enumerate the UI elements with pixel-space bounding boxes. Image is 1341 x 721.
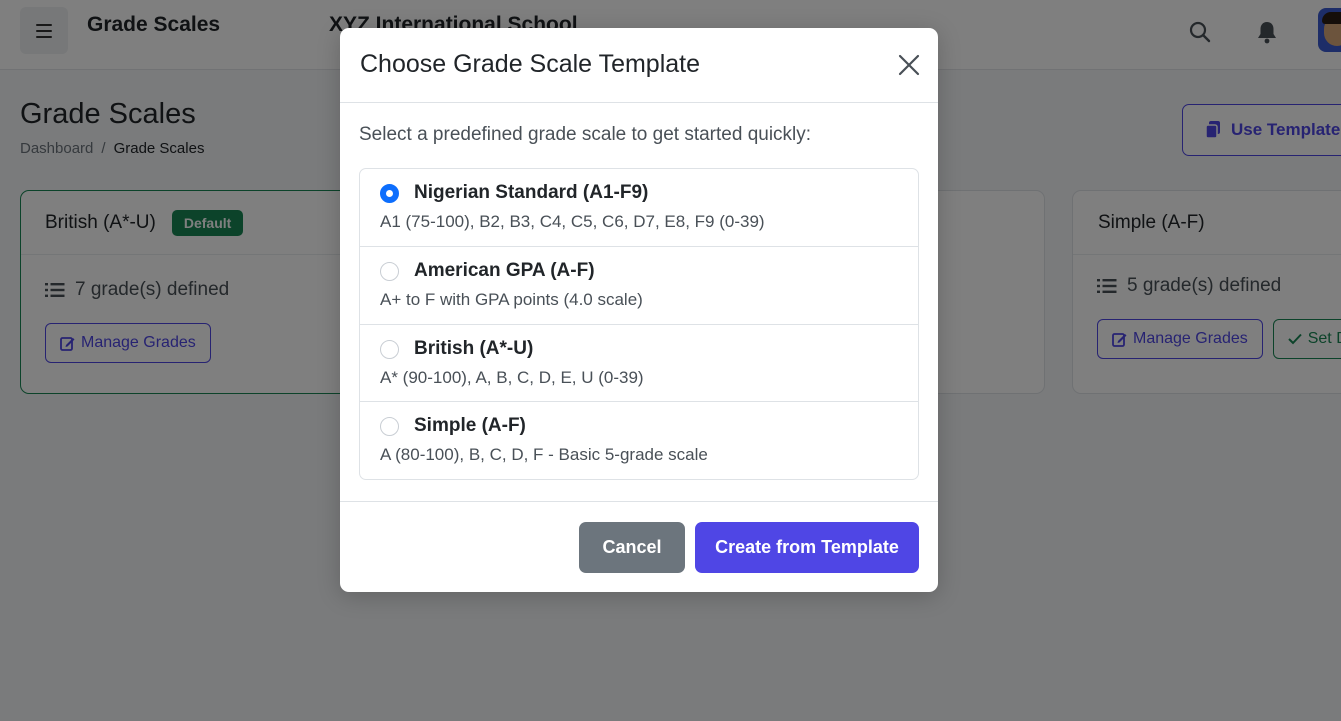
radio-button[interactable] xyxy=(380,183,399,203)
template-option-simple[interactable]: Simple (A-F) A (80-100), B, C, D, F - Ba… xyxy=(360,402,918,479)
radio-button[interactable] xyxy=(380,339,399,359)
cancel-button[interactable]: Cancel xyxy=(579,522,685,573)
option-header: Nigerian Standard (A1-F9) xyxy=(380,182,898,204)
modal-header: Choose Grade Scale Template xyxy=(340,28,938,103)
option-name: Nigerian Standard (A1-F9) xyxy=(414,182,649,203)
template-modal: Choose Grade Scale Template Select a pre… xyxy=(340,28,938,592)
modal-title: Choose Grade Scale Template xyxy=(360,50,701,78)
option-description: A1 (75-100), B2, B3, C4, C5, C6, D7, E8,… xyxy=(380,212,765,231)
option-description: A* (90-100), A, B, C, D, E, U (0-39) xyxy=(380,368,644,387)
modal-footer: Cancel Create from Template xyxy=(340,501,938,592)
template-option-british[interactable]: British (A*-U) A* (90-100), A, B, C, D, … xyxy=(360,325,918,402)
modal-intro: Select a predefined grade scale to get s… xyxy=(359,124,812,145)
option-description: A (80-100), B, C, D, F - Basic 5-grade s… xyxy=(380,445,708,464)
option-header: American GPA (A-F) xyxy=(380,260,898,282)
create-from-template-button[interactable]: Create from Template xyxy=(695,522,919,573)
template-option-list: Nigerian Standard (A1-F9) A1 (75-100), B… xyxy=(359,168,919,480)
option-description: A+ to F with GPA points (4.0 scale) xyxy=(380,290,643,309)
close-icon[interactable] xyxy=(896,52,922,78)
radio-button[interactable] xyxy=(380,261,399,281)
option-name: British (A*-U) xyxy=(414,338,534,359)
option-name: Simple (A-F) xyxy=(414,415,526,436)
template-option-american[interactable]: American GPA (A-F) A+ to F with GPA poin… xyxy=(360,247,918,325)
radio-button[interactable] xyxy=(380,416,399,436)
modal-body: Select a predefined grade scale to get s… xyxy=(340,103,938,480)
option-name: American GPA (A-F) xyxy=(414,260,595,281)
template-option-nigerian[interactable]: Nigerian Standard (A1-F9) A1 (75-100), B… xyxy=(360,169,918,247)
option-header: Simple (A-F) xyxy=(380,415,898,437)
option-header: British (A*-U) xyxy=(380,338,898,360)
